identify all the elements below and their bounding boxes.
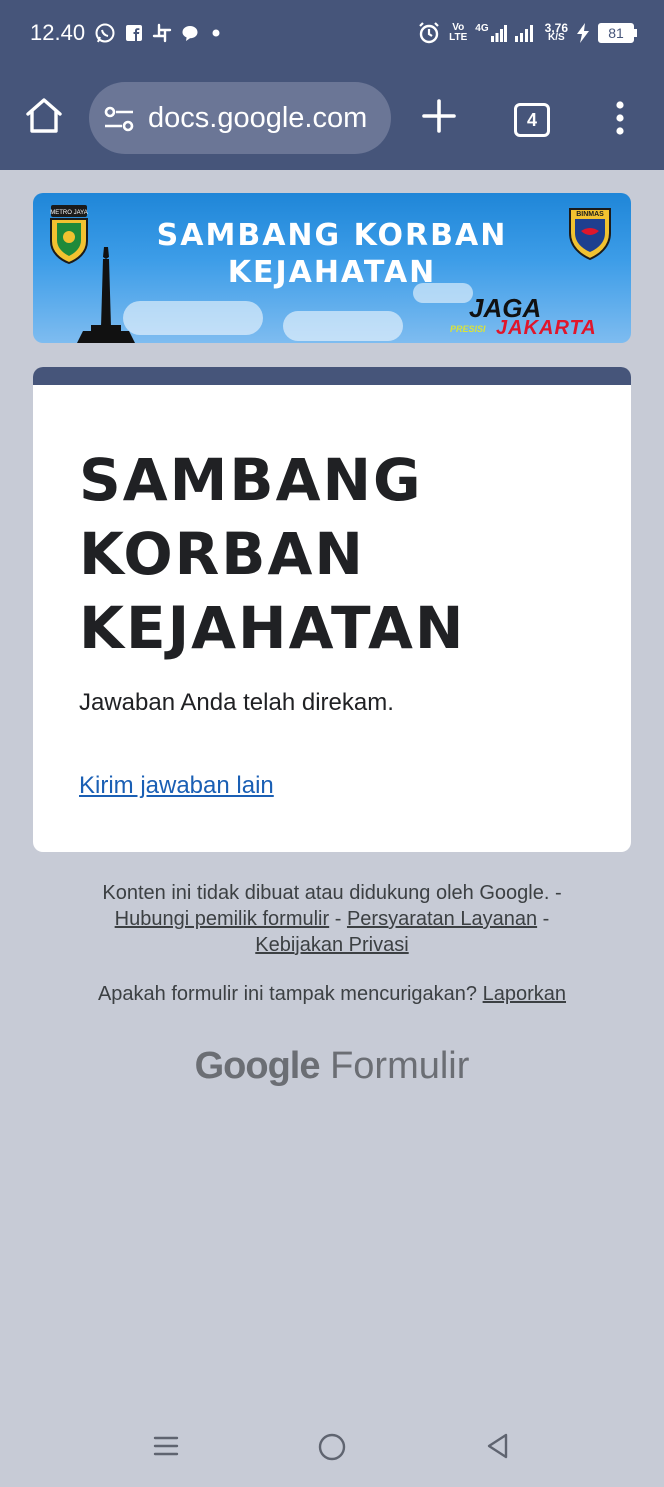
footer-separator: - bbox=[542, 908, 550, 930]
address-bar[interactable]: docs.google.com bbox=[89, 82, 391, 154]
forms-wordmark: Formulir bbox=[330, 1045, 470, 1087]
whatsapp-icon bbox=[95, 23, 115, 43]
circle-home-icon[interactable] bbox=[317, 1432, 347, 1462]
charging-bolt-icon bbox=[577, 23, 589, 43]
system-navigation-bar bbox=[0, 1410, 664, 1487]
slack-icon bbox=[152, 23, 172, 43]
banner-cloud bbox=[123, 301, 263, 335]
contact-owner-link[interactable]: Hubungi pemilik formulir bbox=[115, 908, 330, 930]
badge-left-text: METRO JAYA bbox=[50, 210, 87, 216]
footer-disclaimer: Konten ini tidak dibuat atau didukung ol… bbox=[102, 882, 562, 904]
facebook-icon bbox=[126, 25, 142, 41]
banner-title-line1: SAMBANG KORBAN bbox=[156, 218, 508, 253]
form-title: SAMBANG KORBAN KEJAHATAN bbox=[79, 443, 599, 665]
alarm-icon bbox=[419, 22, 439, 44]
confirmation-card: SAMBANG KORBAN KEJAHATAN Jawaban Anda te… bbox=[33, 367, 631, 852]
tab-switcher-button[interactable]: 4 bbox=[514, 103, 550, 137]
banner-cloud bbox=[283, 311, 403, 341]
browser-toolbar: docs.google.com 4 bbox=[0, 80, 664, 156]
browser-top-bar: 12.40 Vo LTE 4G 3,76 K/S 81 docs.google.… bbox=[0, 0, 664, 170]
form-title-line3: KEJAHATAN bbox=[79, 594, 466, 662]
notification-icons bbox=[94, 20, 224, 46]
volte-indicator: Vo LTE bbox=[449, 22, 468, 43]
report-row: Apakah formulir ini tampak mencurigakan?… bbox=[40, 981, 624, 1007]
report-link[interactable]: Laporkan bbox=[483, 983, 566, 1005]
banner-presisi: PRESISI bbox=[450, 324, 486, 334]
form-footer: Konten ini tidak dibuat atau didukung ol… bbox=[40, 880, 624, 958]
chat-bubble-icon bbox=[182, 26, 198, 41]
form-title-line1: SAMBANG bbox=[79, 446, 423, 514]
privacy-link[interactable]: Kebijakan Privasi bbox=[255, 934, 408, 956]
confirmation-message: Jawaban Anda telah direkam. bbox=[79, 689, 394, 716]
data-speed: 3,76 K/S bbox=[544, 21, 568, 43]
submit-another-link[interactable]: Kirim jawaban lain bbox=[79, 772, 274, 800]
google-forms-logo[interactable]: Google Formulir bbox=[0, 1045, 664, 1088]
site-settings-icon[interactable] bbox=[103, 106, 135, 132]
status-time: 12.40 bbox=[30, 20, 86, 45]
dot-icon bbox=[212, 29, 220, 37]
plus-icon[interactable] bbox=[419, 96, 459, 136]
banner-title-line2: KEJAHATAN bbox=[227, 255, 437, 290]
home-icon[interactable] bbox=[22, 94, 66, 138]
banner-jakarta: JAKARTA bbox=[496, 317, 597, 339]
google-wordmark: Google bbox=[194, 1045, 321, 1087]
recents-icon[interactable] bbox=[152, 1432, 180, 1460]
badge-right-text: BINMAS bbox=[576, 211, 604, 218]
card-accent-bar bbox=[33, 367, 631, 385]
form-header-banner: METRO JAYA BINMAS SAMBANG KORBAN KEJAHAT… bbox=[33, 193, 631, 343]
signal-icon-2 bbox=[514, 25, 533, 42]
signal-icon bbox=[490, 25, 507, 42]
footer-separator: - bbox=[334, 908, 342, 930]
back-triangle-icon[interactable] bbox=[484, 1432, 512, 1460]
url-text[interactable]: docs.google.com bbox=[148, 102, 367, 135]
form-title-line2: KORBAN bbox=[79, 520, 365, 588]
status-bar: 12.40 Vo LTE 4G 3,76 K/S 81 bbox=[0, 0, 664, 68]
system-status-icons: Vo LTE 4G 3,76 K/S 81 bbox=[417, 18, 637, 48]
network-type: 4G bbox=[475, 24, 507, 42]
battery-level: 81 bbox=[598, 23, 637, 43]
suspicious-text: Apakah formulir ini tampak mencurigakan? bbox=[97, 983, 478, 1005]
terms-link[interactable]: Persyaratan Layanan bbox=[347, 908, 537, 930]
more-vert-icon[interactable] bbox=[610, 98, 630, 138]
